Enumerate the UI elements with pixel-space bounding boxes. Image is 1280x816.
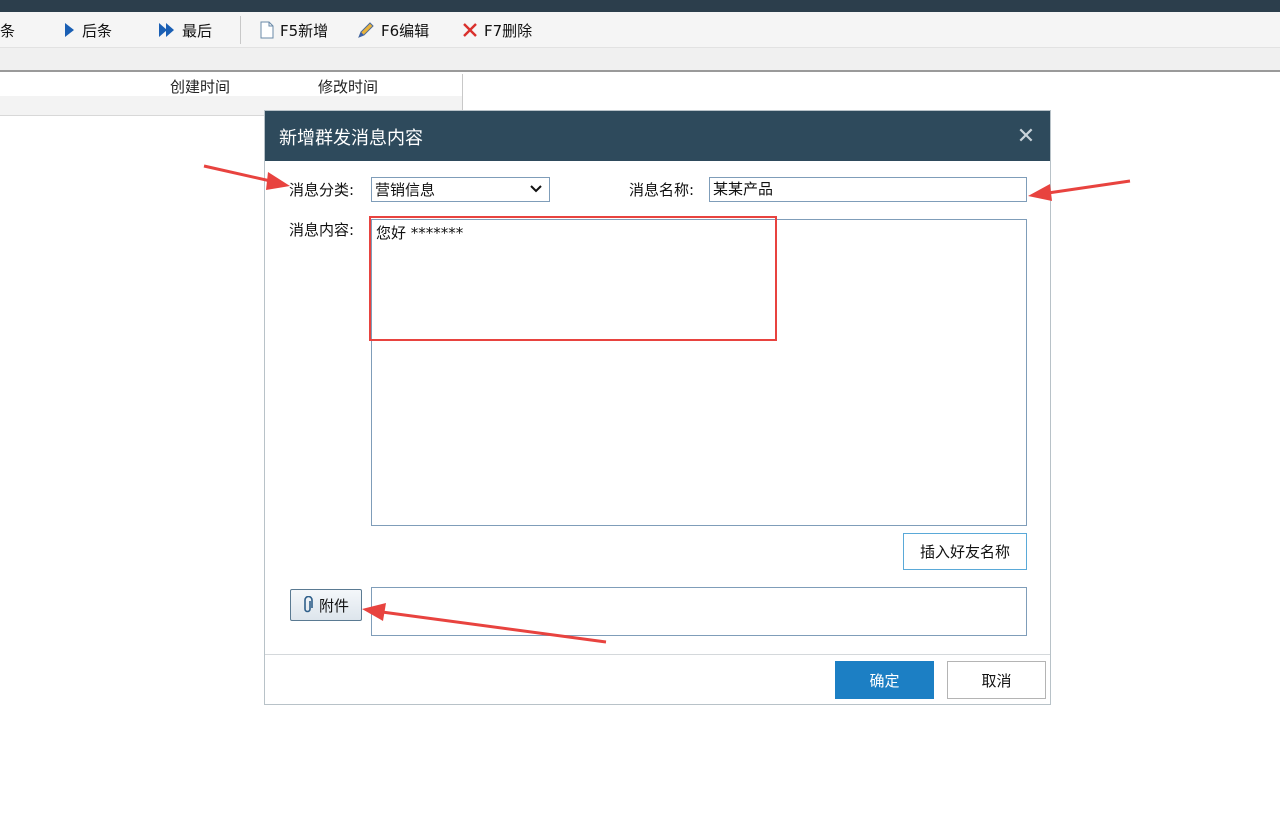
edit-button-label: F6编辑 bbox=[381, 21, 430, 40]
ok-button-label: 确定 bbox=[869, 671, 900, 690]
last-record-button[interactable]: 最后 bbox=[158, 12, 212, 48]
next-record-button[interactable]: 后条 bbox=[62, 12, 112, 48]
new-document-icon bbox=[260, 21, 274, 39]
prev-record-label: 条 bbox=[0, 21, 16, 40]
category-label: 消息分类: bbox=[289, 181, 355, 199]
cancel-button-label: 取消 bbox=[981, 671, 1012, 690]
attachment-field[interactable] bbox=[371, 587, 1027, 636]
insert-friend-name-label: 插入好友名称 bbox=[919, 543, 1010, 561]
category-select[interactable]: 营销信息 bbox=[371, 177, 550, 202]
delete-x-icon bbox=[463, 23, 477, 37]
arrow-right-icon bbox=[65, 23, 74, 37]
edit-pen-icon bbox=[358, 22, 374, 38]
toolbar: 条 后条 最后 F5新增 F6编辑 F7删除 bbox=[0, 12, 1280, 48]
column-header-modified[interactable]: 修改时间 bbox=[318, 76, 378, 97]
delete-button[interactable]: F7删除 bbox=[462, 12, 532, 48]
next-record-label: 后条 bbox=[82, 21, 113, 40]
chevron-down-icon bbox=[530, 185, 542, 193]
new-message-dialog: 新增群发消息内容 ✕ 消息分类: 营销信息 消息名称: 某某产品 消息内容: 您… bbox=[264, 110, 1051, 705]
new-button-label: F5新增 bbox=[280, 21, 329, 40]
toolbar-separator bbox=[240, 16, 241, 44]
cancel-button[interactable]: 取消 bbox=[947, 661, 1046, 699]
message-content-textarea[interactable]: 您好 ******* bbox=[371, 219, 1027, 526]
dialog-title: 新增群发消息内容 bbox=[279, 128, 423, 149]
dialog-titlebar: 新增群发消息内容 ✕ bbox=[265, 111, 1050, 161]
double-arrow-right-icon bbox=[159, 23, 174, 37]
edit-button[interactable]: F6编辑 bbox=[357, 12, 429, 48]
column-header-created[interactable]: 创建时间 bbox=[170, 76, 230, 97]
app-titlebar bbox=[0, 0, 1280, 12]
dialog-footer-divider bbox=[265, 654, 1050, 655]
ok-button[interactable]: 确定 bbox=[835, 661, 934, 699]
attachment-button[interactable]: 附件 bbox=[290, 589, 362, 621]
attachment-label: 附件 bbox=[318, 596, 349, 615]
new-button[interactable]: F5新增 bbox=[260, 12, 328, 48]
insert-friend-name-button[interactable]: 插入好友名称 bbox=[903, 533, 1027, 570]
sub-toolbar bbox=[0, 48, 1280, 72]
prev-record-button[interactable]: 条 bbox=[0, 12, 15, 48]
delete-button-label: F7删除 bbox=[484, 21, 533, 40]
name-label: 消息名称: bbox=[629, 181, 695, 199]
paperclip-icon bbox=[304, 596, 313, 613]
content-label: 消息内容: bbox=[289, 221, 355, 239]
message-name-input[interactable]: 某某产品 bbox=[709, 177, 1027, 202]
close-icon[interactable]: ✕ bbox=[1012, 121, 1040, 151]
last-record-label: 最后 bbox=[182, 21, 213, 40]
category-select-value: 营销信息 bbox=[375, 181, 436, 199]
grid-header: 创建时间 修改时间 bbox=[0, 74, 463, 96]
